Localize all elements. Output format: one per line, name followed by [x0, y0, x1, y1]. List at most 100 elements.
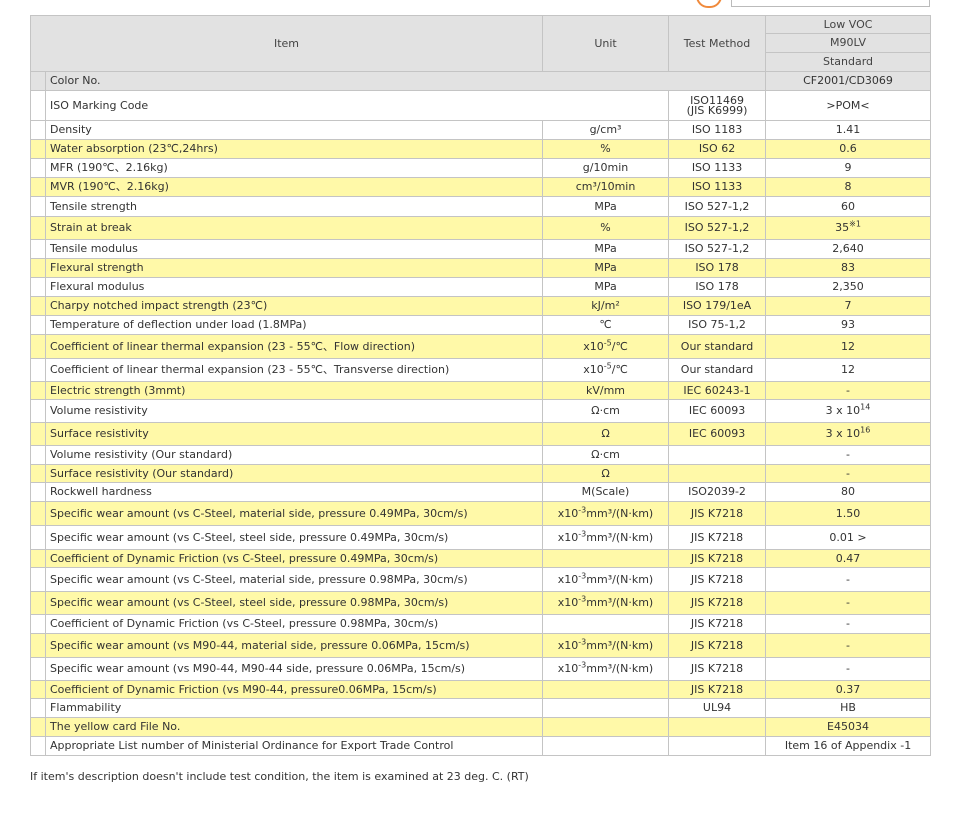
property-value: - — [765, 464, 932, 483]
color-label: Color No. — [44, 71, 767, 91]
property-value: 35※1 — [765, 216, 932, 240]
table-row: Specific wear amount (vs M90-44, materia… — [30, 633, 932, 658]
property-label: Water absorption (23℃,24hrs) — [44, 139, 544, 159]
property-unit: g/10min — [542, 158, 670, 178]
row-marker — [30, 657, 46, 681]
value-superscript: 16 — [860, 425, 871, 435]
unit-prefix: x10 — [557, 506, 579, 520]
unit-suffix: mm³/(N·km) — [586, 596, 654, 609]
property-test-method: JIS K7218 — [668, 633, 767, 658]
header-item: Item — [29, 15, 544, 72]
property-value: 0.47 — [765, 549, 932, 568]
property-label: Coefficient of Dynamic Friction (vs M90-… — [44, 680, 544, 699]
property-test-method: JIS K7218 — [668, 549, 767, 568]
property-label: Rockwell hardness — [44, 482, 544, 502]
row-marker — [30, 445, 46, 465]
property-value: 12 — [765, 358, 932, 382]
table-row: MVR (190℃、2.16kg) cm³/10min ISO 1133 8 — [30, 177, 932, 197]
property-value: 0.6 — [765, 139, 932, 159]
property-unit: MPa — [542, 196, 670, 217]
property-value: - — [765, 633, 932, 658]
unit-suffix: mm³/(N·km) — [586, 638, 654, 652]
table-row: Appropriate List number of Ministerial O… — [30, 736, 932, 756]
row-marker — [30, 296, 46, 316]
table-row: Coefficient of Dynamic Friction (vs M90-… — [30, 680, 932, 699]
unit-prefix: x10 — [557, 530, 579, 544]
value-base: 3 x 10 — [825, 404, 861, 417]
property-unit: x10-3mm³/(N·km) — [542, 657, 670, 681]
property-label: Surface resistivity — [44, 422, 544, 446]
property-test-method: ISO 75-1,2 — [668, 315, 767, 335]
property-value: - — [765, 591, 932, 615]
unit-prefix: x10 — [557, 638, 579, 652]
row-marker — [30, 196, 46, 217]
row-marker — [30, 158, 46, 178]
property-test-method — [668, 464, 767, 483]
iso-marking-value: >POM< — [765, 90, 932, 121]
table-row: Flexural strength MPa ISO 178 83 — [30, 258, 932, 278]
property-value: E45034 — [765, 717, 932, 737]
property-test-method: UL94 — [668, 698, 767, 718]
row-marker — [30, 177, 46, 197]
property-label: Specific wear amount (vs C-Steel, steel … — [44, 525, 544, 550]
property-label: Coefficient of linear thermal expansion … — [44, 358, 544, 382]
table-row: Surface resistivity (Our standard) Ω - — [30, 464, 932, 483]
property-unit: x10-5/℃ — [542, 358, 670, 382]
row-marker — [30, 680, 46, 699]
property-test-method: ISO 527-1,2 — [668, 239, 767, 259]
property-test-method — [668, 736, 767, 756]
property-unit: kJ/m² — [542, 296, 670, 316]
property-unit: M(Scale) — [542, 482, 670, 502]
value-base: 35 — [835, 221, 850, 234]
table-row: Specific wear amount (vs C-Steel, materi… — [30, 567, 932, 592]
property-unit — [542, 614, 670, 634]
unit-prefix: x10 — [557, 662, 579, 675]
property-unit — [542, 549, 670, 568]
unit-suffix: /℃ — [611, 363, 628, 376]
property-label: Specific wear amount (vs C-Steel, materi… — [44, 567, 544, 592]
property-label: MFR (190℃、2.16kg) — [44, 158, 544, 178]
table-row: Coefficient of Dynamic Friction (vs C-St… — [30, 549, 932, 568]
row-marker — [30, 482, 46, 502]
property-test-method: JIS K7218 — [668, 680, 767, 699]
property-value: - — [765, 657, 932, 681]
iso-marking-method: ISO11469 (JIS K6999) — [668, 90, 767, 121]
color-row: Color No. CF2001/CD3069 — [30, 71, 932, 91]
value-superscript: 14 — [860, 402, 871, 412]
property-value: - — [765, 567, 932, 592]
property-label: Appropriate List number of Ministerial O… — [44, 736, 544, 756]
row-marker — [30, 614, 46, 634]
property-value: 12 — [765, 334, 932, 359]
property-value: 3 x 1014 — [765, 399, 932, 423]
property-test-method: ISO 527-1,2 — [668, 196, 767, 217]
row-marker — [30, 399, 46, 423]
row-marker — [30, 216, 46, 240]
property-label: Electric strength (3mmt) — [44, 381, 544, 400]
property-label: Specific wear amount (vs M90-44, M90-44 … — [44, 657, 544, 681]
property-label: Specific wear amount (vs M90-44, materia… — [44, 633, 544, 658]
property-test-method: ISO 1183 — [668, 120, 767, 140]
circle-icon[interactable] — [696, 0, 722, 8]
property-unit: Ω — [542, 422, 670, 446]
property-unit: ℃ — [542, 315, 670, 335]
header-grade-type: Standard — [765, 52, 932, 72]
property-unit: MPa — [542, 277, 670, 297]
row-marker — [30, 717, 46, 737]
color-value: CF2001/CD3069 — [765, 71, 932, 91]
table-row: Water absorption (23℃,24hrs)% ISO 62 0.6 — [30, 139, 932, 159]
property-value: 8 — [765, 177, 932, 197]
table-row: Density g/cm³ ISO 1183 1.41 — [30, 120, 932, 140]
property-value: 0.01 > — [765, 525, 932, 550]
property-test-method: JIS K7218 — [668, 567, 767, 592]
row-marker — [30, 567, 46, 592]
search-input[interactable] — [731, 0, 930, 7]
property-unit: x10-3mm³/(N·km) — [542, 591, 670, 615]
property-value: 0.37 — [765, 680, 932, 699]
property-test-method: IEC 60093 — [668, 422, 767, 446]
row-marker — [30, 736, 46, 756]
property-test-method: ISO2039-2 — [668, 482, 767, 502]
property-test-method: ISO 178 — [668, 258, 767, 278]
unit-suffix: mm³/(N·km) — [586, 662, 654, 675]
property-label: Flexural strength — [44, 258, 544, 278]
unit-prefix: x10 — [583, 363, 604, 376]
